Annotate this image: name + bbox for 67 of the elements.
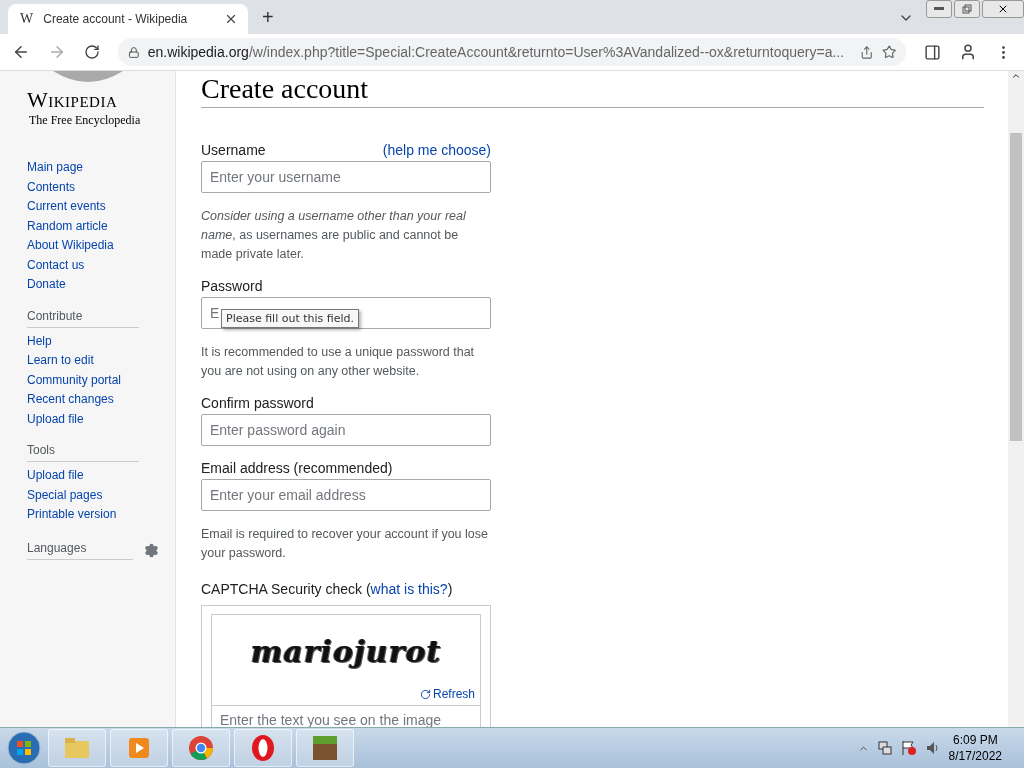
- page-title: Create account: [201, 73, 984, 108]
- input-field[interactable]: Enter password again: [201, 414, 491, 446]
- clock[interactable]: 6:09 PM 8/17/2022: [948, 732, 1002, 764]
- section-heading: Tools: [27, 443, 139, 462]
- tab-title: Create account - Wikipedia: [43, 12, 189, 26]
- field-label: Email address (recommended): [201, 460, 393, 476]
- network-icon[interactable]: [876, 740, 893, 756]
- share-icon[interactable]: [860, 44, 874, 60]
- speaker-icon[interactable]: [924, 740, 941, 756]
- captcha-image: mariojurot: [249, 632, 443, 671]
- reload-icon[interactable]: [419, 688, 431, 700]
- refresh-link[interactable]: Refresh: [419, 687, 475, 701]
- nav-link[interactable]: About Wikipedia: [27, 236, 175, 256]
- nav-link[interactable]: Printable version: [27, 505, 175, 525]
- nav-link[interactable]: Community portal: [27, 370, 175, 390]
- grass-block-icon[interactable]: [296, 729, 354, 767]
- favicon: W: [20, 11, 34, 27]
- settings-icon[interactable]: [144, 542, 159, 558]
- field-label: Password: [201, 278, 263, 294]
- help-text: Email is required to recover your account if you lose your password.: [201, 526, 489, 562]
- help-text: It is recommended to use a unique password that you are not using on any other website.: [201, 344, 476, 380]
- nav-link[interactable]: Upload file: [27, 409, 175, 429]
- flag-icon[interactable]: [900, 740, 917, 756]
- start-button[interactable]: [4, 731, 44, 765]
- nav-link[interactable]: Contents: [27, 177, 175, 197]
- scroll-up-icon[interactable]: [1011, 71, 1021, 81]
- nav-link[interactable]: Random article: [27, 216, 175, 236]
- input-field[interactable]: Enter the text you see on the image: [212, 705, 480, 727]
- nav-link[interactable]: Help: [27, 331, 175, 351]
- section-heading: Contribute: [27, 308, 139, 328]
- nav-link[interactable]: Recent changes: [27, 390, 175, 410]
- minimize-icon[interactable]: [926, 0, 952, 18]
- browser-tab[interactable]: W Create account - Wikipedia: [8, 4, 248, 34]
- tooltip: Please fill out this field.: [221, 309, 360, 328]
- star-icon[interactable]: [881, 44, 896, 60]
- nav-link[interactable]: Special pages: [27, 485, 175, 505]
- wordmark: Wikipedia: [27, 87, 119, 113]
- nav-link[interactable]: Learn to edit: [27, 351, 175, 371]
- nav-link[interactable]: Contact us: [27, 255, 175, 275]
- date-text: 8/17/2022: [948, 748, 1002, 764]
- help-text: Consider using a username other than your real name, as usernames are public and cannot be made private later.: [201, 208, 467, 263]
- field-label: Username: [201, 142, 266, 158]
- nav-link[interactable]: Current events: [27, 197, 175, 217]
- nav-link[interactable]: Upload file: [27, 466, 175, 486]
- nav-link[interactable]: Main page: [27, 158, 175, 178]
- section-heading: Languages: [27, 540, 133, 560]
- address-bar[interactable]: en.wikipedia.org/w/index.php?title=Special:CreateAccount&returnto=User%3AVandalized--ox&returntoquery=a...: [118, 38, 906, 66]
- reload-icon[interactable]: [84, 44, 100, 60]
- side-panel-icon[interactable]: [924, 43, 941, 61]
- opera-icon[interactable]: [234, 729, 292, 767]
- captcha-info-link[interactable]: what is this?: [370, 581, 448, 597]
- captcha-label: CAPTCHA Security check (what is this?): [201, 581, 454, 597]
- help-link[interactable]: (help me choose): [382, 142, 491, 158]
- tagline: The Free Encyclopedia: [29, 113, 142, 128]
- url-text: en.wikipedia.org/w/index.php?title=Special:CreateAccount&returnto=User%3AVandalized--ox&returntoquery=a...: [147, 44, 845, 60]
- chrome-icon[interactable]: [172, 729, 230, 767]
- input-field[interactable]: Enter your email address: [201, 479, 491, 511]
- input-field[interactable]: Enter your username: [201, 161, 491, 193]
- back-icon[interactable]: [12, 43, 30, 61]
- nav-link[interactable]: Donate: [27, 275, 175, 295]
- field-label: Confirm password: [201, 395, 314, 411]
- profile-icon[interactable]: [959, 43, 977, 61]
- new-tab-button[interactable]: +: [262, 5, 274, 29]
- lock-icon: [128, 45, 140, 59]
- restore-icon[interactable]: [954, 0, 980, 18]
- time-text: 6:09 PM: [952, 732, 998, 748]
- close-icon[interactable]: [224, 12, 238, 26]
